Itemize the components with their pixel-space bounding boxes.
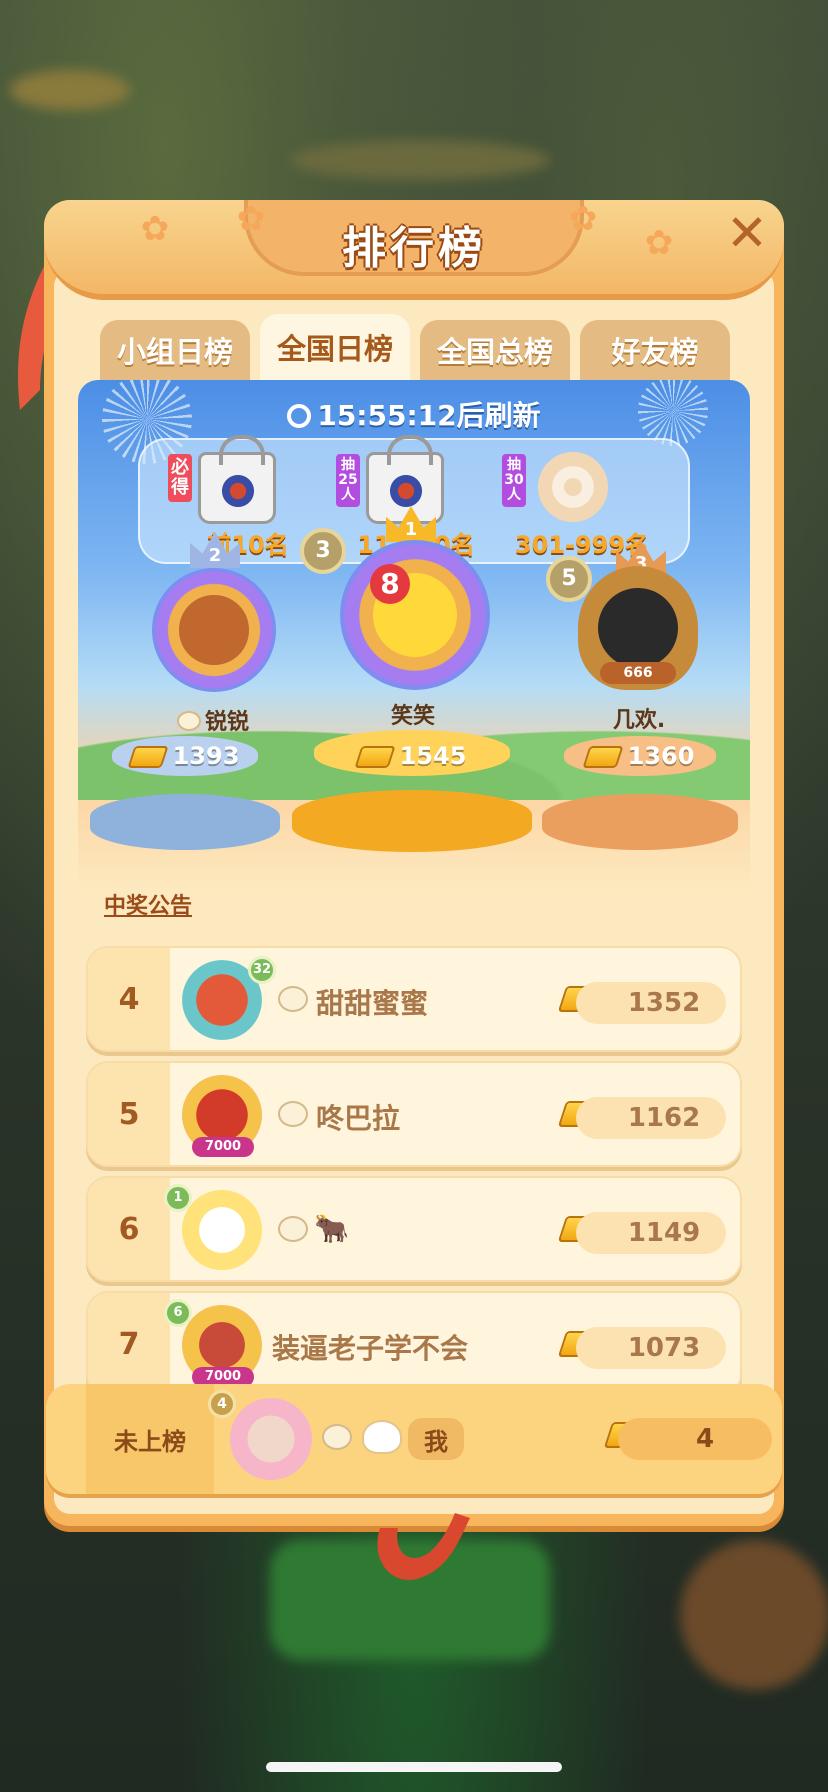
reward-tier[interactable]: 抽30人 301-999名	[502, 448, 652, 560]
table-row[interactable]: 4 32 甜甜蜜蜜 1352	[86, 946, 742, 1052]
level-badge: 4	[208, 1390, 236, 1418]
table-row[interactable]: 5 7000 咚巴拉 1162	[86, 1061, 742, 1167]
avatar-badge: 8	[370, 564, 410, 604]
bag-icon	[366, 435, 444, 524]
avatar[interactable]	[152, 568, 276, 692]
page-title: 排行榜	[342, 223, 486, 274]
avatar[interactable]	[182, 1190, 262, 1270]
refresh-timer: 15:55:12后刷新	[78, 394, 750, 434]
bunny-icon	[278, 1216, 308, 1242]
podium-score: 1360	[542, 742, 738, 770]
pedestal-first: 1545	[292, 726, 532, 852]
gold-bar-icon	[354, 746, 396, 768]
flower-icon: ✿	[140, 209, 170, 249]
close-button[interactable]: ✕	[724, 208, 770, 258]
pedestal-second: 1393	[90, 730, 280, 850]
podium-score: 1393	[90, 742, 280, 770]
reward-tier[interactable]: 必得 前10名	[168, 435, 318, 560]
tab-friends[interactable]: 好友榜	[580, 320, 730, 380]
gold-bar-icon	[582, 746, 624, 768]
podium-score: 1545	[292, 742, 532, 770]
bag-icon	[198, 435, 276, 524]
ribbon-decoration	[377, 1513, 470, 1580]
gold-bar-icon	[127, 746, 169, 768]
photo-avatar	[598, 588, 678, 668]
winner-announcement-link[interactable]: 中奖公告	[104, 888, 192, 920]
panel-header: 排行榜 ✿ ✿ ✿ ✿	[44, 200, 784, 300]
player-name: 咚巴拉	[316, 1102, 401, 1135]
avatar[interactable]: 8	[340, 540, 490, 690]
bunny-icon	[176, 711, 201, 731]
bunny-icon	[278, 1101, 308, 1127]
home-indicator[interactable]	[266, 1762, 562, 1772]
player-score: 1149	[576, 1212, 726, 1254]
rank-number: 5	[88, 1063, 170, 1165]
reward-tag: 抽25人	[336, 454, 360, 507]
bunny-icon	[322, 1424, 352, 1450]
level-badge: 3	[300, 528, 346, 574]
bear-avatar-icon	[179, 595, 249, 665]
player-score: 1162	[576, 1097, 726, 1139]
tab-group-daily[interactable]: 小组日榜	[100, 320, 250, 380]
tab-national-daily[interactable]: 全国日榜	[260, 314, 410, 380]
player-name: 甜甜蜜蜜	[316, 987, 429, 1020]
podium: 2 锐锐 1393 1 3 8 笑笑 1545 3 5 666 几欢. 1360	[78, 506, 750, 890]
pedestal-third: 1360	[542, 730, 738, 850]
rank-number: 4	[88, 948, 170, 1050]
neck-pillow-icon	[538, 452, 608, 522]
rabbit-pet-icon	[362, 1420, 402, 1454]
me-label: 我	[408, 1418, 464, 1460]
bunny-icon	[278, 986, 308, 1012]
avatar[interactable]: 666	[578, 566, 698, 690]
avatar-badge: 7000	[192, 1137, 254, 1157]
top-three-area: 15:55:12后刷新 必得 前10名 抽25人 11-300名 抽30人 30…	[78, 380, 750, 890]
my-rank: 未上榜	[86, 1384, 214, 1494]
player-name: 装逼老子学不会	[272, 1332, 469, 1365]
table-row[interactable]: 7 6 7000 装逼老子学不会 1073	[86, 1291, 742, 1397]
avatar[interactable]	[230, 1398, 312, 1480]
level-badge: 1	[164, 1184, 192, 1212]
player-score: 1073	[576, 1327, 726, 1369]
flower-icon: ✿	[568, 199, 598, 239]
my-rank-row[interactable]: 未上榜 4 我 4	[46, 1384, 782, 1494]
flower-icon: ✿	[644, 223, 674, 263]
rank-number: 7	[88, 1293, 170, 1395]
table-row[interactable]: 6 1 🐂 1149	[86, 1176, 742, 1282]
my-score: 4	[618, 1418, 772, 1460]
tab-bar: 小组日榜 全国日榜 全国总榜 好友榜	[100, 314, 730, 380]
flower-icon: ✿	[236, 199, 266, 239]
clock-icon	[287, 404, 312, 428]
avatar-badge: 666	[600, 662, 676, 684]
player-name: 🐂	[314, 1212, 349, 1245]
level-badge: 6	[164, 1299, 192, 1327]
player-score: 1352	[576, 982, 726, 1024]
level-badge: 32	[248, 956, 276, 984]
reward-tag: 抽30人	[502, 454, 526, 507]
rank-number: 6	[88, 1178, 170, 1280]
tab-national-total[interactable]: 全国总榜	[420, 320, 570, 380]
level-badge: 5	[546, 556, 592, 602]
reward-tag: 必得	[168, 454, 192, 502]
